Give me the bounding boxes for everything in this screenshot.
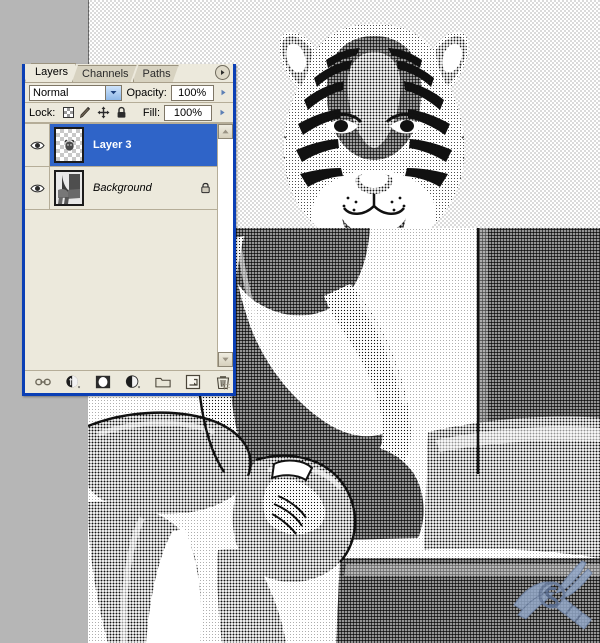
- blend-mode-row[interactable]: Normal Opacity: 100%: [25, 83, 233, 103]
- layer-visibility-toggle[interactable]: [25, 167, 50, 209]
- layer-list[interactable]: Layer 3 Background: [25, 123, 233, 367]
- layer-thumbnail[interactable]: [54, 170, 84, 206]
- layer-thumbnail[interactable]: [54, 127, 84, 163]
- lock-all-icon[interactable]: [115, 106, 128, 119]
- palette-resize-grip[interactable]: [223, 383, 230, 390]
- tab-layers[interactable]: Layers: [25, 63, 76, 82]
- tab-paths[interactable]: Paths: [133, 65, 179, 82]
- link-layers-button[interactable]: [35, 374, 51, 390]
- new-group-button[interactable]: [155, 374, 171, 390]
- watermark-logo: [512, 557, 596, 631]
- eye-icon: [29, 184, 45, 192]
- palette-tab-row[interactable]: Layers Channels Paths: [25, 64, 233, 83]
- lock-row[interactable]: Lock: Fill: 100%: [25, 103, 233, 123]
- scroll-down-button[interactable]: [218, 352, 233, 367]
- palette-menu-icon[interactable]: [215, 65, 230, 80]
- lock-image-pixels-icon[interactable]: [79, 106, 92, 119]
- adjustment-layer-button[interactable]: [125, 374, 141, 390]
- fill-input[interactable]: 100%: [164, 104, 212, 121]
- layer-name[interactable]: Layer 3: [93, 139, 233, 151]
- opacity-input[interactable]: 100%: [170, 84, 214, 101]
- tiger-head-layer-artwork: [264, 18, 484, 260]
- layers-bottom-toolbar[interactable]: [25, 370, 233, 393]
- table-row[interactable]: Layer 3: [25, 124, 233, 167]
- layer-locked-icon: [201, 182, 210, 194]
- table-row[interactable]: Background: [25, 167, 233, 210]
- layer-list-scrollbar[interactable]: [217, 124, 233, 367]
- layer-style-button[interactable]: [65, 374, 81, 390]
- fill-slider-arrow-icon[interactable]: [216, 105, 229, 121]
- layers-palette[interactable]: Layers Channels Paths Normal Opacity: 10…: [22, 64, 236, 396]
- layer-visibility-toggle[interactable]: [25, 124, 50, 166]
- fill-label: Fill:: [142, 106, 160, 119]
- blend-mode-select[interactable]: Normal: [29, 84, 123, 101]
- eye-icon: [29, 141, 45, 149]
- chevron-down-icon[interactable]: [105, 85, 122, 100]
- new-layer-button[interactable]: [185, 374, 201, 390]
- lock-position-icon[interactable]: [97, 106, 110, 119]
- layer-list-empty-space: [25, 210, 233, 367]
- tab-channels[interactable]: Channels: [72, 65, 136, 82]
- scroll-up-button[interactable]: [218, 124, 233, 139]
- layer-mask-button[interactable]: [95, 374, 111, 390]
- opacity-label: Opacity:: [126, 86, 167, 99]
- layer-name[interactable]: Background: [93, 182, 200, 194]
- blend-mode-value: Normal: [33, 86, 69, 99]
- lock-label: Lock:: [29, 106, 56, 119]
- lock-transparent-pixels-icon[interactable]: [63, 107, 75, 118]
- opacity-slider-arrow-icon[interactable]: [218, 85, 230, 101]
